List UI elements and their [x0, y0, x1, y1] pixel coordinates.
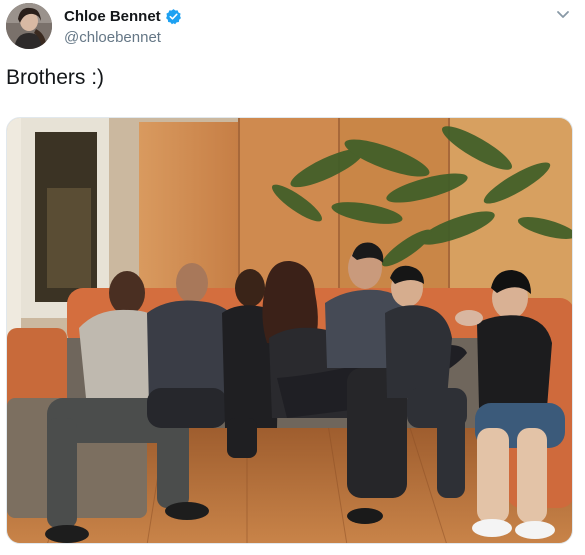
tweet-text: Brothers :): [6, 66, 105, 89]
verified-badge-icon: [165, 9, 181, 25]
display-name[interactable]: Chloe Bennet: [64, 8, 161, 25]
group-photo-image: [7, 118, 572, 543]
name-row: Chloe Bennet: [64, 8, 182, 25]
handle[interactable]: @chloebennet: [64, 29, 161, 46]
tweet-photo[interactable]: [6, 117, 573, 544]
avatar[interactable]: [6, 3, 52, 49]
chevron-down-icon[interactable]: [556, 10, 570, 20]
avatar-image: [6, 3, 52, 49]
tweet: Chloe Bennet @chloebennet Brothers :): [0, 0, 585, 555]
